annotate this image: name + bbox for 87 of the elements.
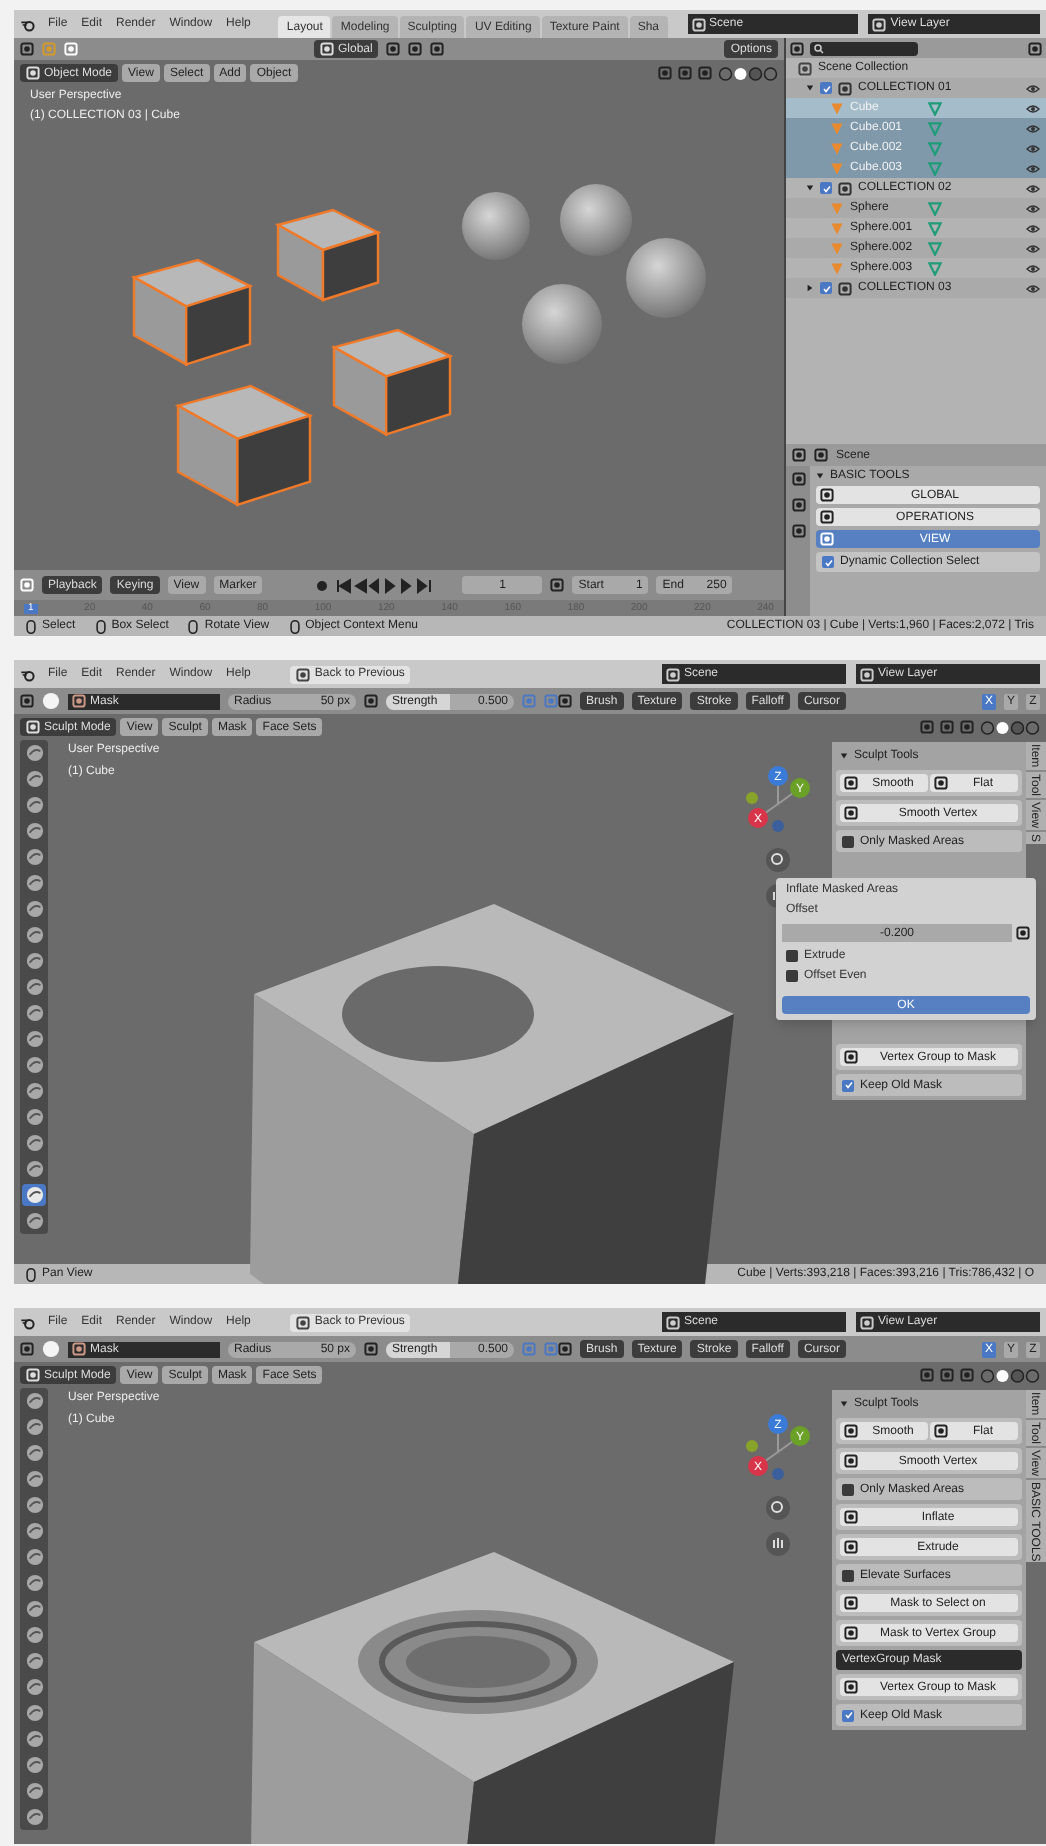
brush-tool[interactable]	[22, 1028, 46, 1050]
brush-tool[interactable]	[22, 1624, 46, 1646]
outliner-search-field[interactable]	[810, 41, 918, 55]
checkbox[interactable]	[820, 182, 832, 194]
brush-tool[interactable]	[22, 742, 46, 764]
sphere-drawing	[522, 284, 602, 364]
brush-tool[interactable]	[22, 950, 46, 972]
shading-modes-icon[interactable]	[980, 1367, 1040, 1383]
brush-tool[interactable]	[22, 1494, 46, 1516]
logo-icon[interactable]	[20, 1315, 36, 1329]
cube-drawing	[174, 384, 314, 507]
mouse-icon	[95, 619, 106, 633]
eye-icon[interactable]	[1026, 203, 1040, 213]
brush-tool[interactable]	[22, 768, 46, 790]
brush-tool[interactable]	[22, 1416, 46, 1438]
disclosure-triangle-icon[interactable]	[806, 84, 814, 92]
disclosure-triangle-icon[interactable]	[840, 1400, 848, 1408]
brush-tool[interactable]	[22, 1210, 46, 1232]
brush-tool[interactable]	[22, 1468, 46, 1490]
mouse-icon	[188, 619, 199, 633]
eye-icon[interactable]	[1026, 263, 1040, 273]
eye-icon[interactable]	[1026, 183, 1040, 193]
disclosure-triangle-icon[interactable]	[806, 284, 814, 292]
brush-tool[interactable]	[22, 1080, 46, 1102]
brush-tool[interactable]	[22, 1806, 46, 1828]
checkbox[interactable]	[842, 1569, 854, 1581]
cube-drawing	[274, 208, 382, 303]
brush-tool[interactable]	[22, 1158, 46, 1180]
checkbox[interactable]	[842, 835, 854, 847]
brush-tool[interactable]	[22, 976, 46, 998]
checkbox[interactable]	[822, 556, 834, 568]
brush-tool[interactable]	[22, 924, 46, 946]
mouse-icon	[26, 619, 36, 633]
disclosure-triangle-icon[interactable]	[816, 472, 824, 480]
eye-icon[interactable]	[1026, 243, 1040, 253]
cube-drawing	[330, 328, 454, 437]
eye-icon[interactable]	[1026, 123, 1040, 133]
eye-icon[interactable]	[1026, 143, 1040, 153]
sphere-drawing	[626, 238, 706, 318]
sphere-drawing	[462, 192, 530, 260]
brush-tool[interactable]	[22, 1002, 46, 1024]
logo-icon[interactable]	[20, 17, 36, 31]
brush-tool[interactable]	[22, 1054, 46, 1076]
brush-tool[interactable]	[22, 1702, 46, 1724]
brush-tool[interactable]	[22, 1572, 46, 1594]
brush-tool[interactable]	[22, 1676, 46, 1698]
brush-tool[interactable]	[22, 1546, 46, 1568]
checkbox[interactable]	[786, 950, 798, 962]
brush-preview-icon	[42, 1340, 60, 1358]
search-icon	[814, 43, 824, 53]
disclosure-triangle-icon[interactable]	[806, 184, 814, 192]
brush-tool[interactable]	[22, 1520, 46, 1542]
brush-tool[interactable]	[22, 1754, 46, 1776]
brush-tool[interactable]	[22, 1132, 46, 1154]
brush-tool[interactable]	[22, 1390, 46, 1412]
logo-icon[interactable]	[20, 667, 36, 681]
checkbox[interactable]	[842, 1483, 854, 1495]
brush-tool[interactable]	[22, 1598, 46, 1620]
checkbox[interactable]	[820, 282, 832, 294]
brush-tool[interactable]	[22, 846, 46, 868]
brush-tool[interactable]	[22, 898, 46, 920]
checkbox[interactable]	[820, 82, 832, 94]
brush-tool[interactable]	[22, 820, 46, 842]
checkbox[interactable]	[842, 1079, 854, 1091]
brush-tool[interactable]	[22, 872, 46, 894]
sphere-drawing	[560, 184, 632, 256]
eye-icon[interactable]	[1026, 223, 1040, 233]
cube-drawing	[130, 258, 254, 367]
brush-tool[interactable]	[22, 1650, 46, 1672]
mouse-icon	[289, 619, 300, 633]
eye-icon[interactable]	[1026, 283, 1040, 293]
brush-tool[interactable]	[22, 1728, 46, 1750]
eye-icon[interactable]	[1026, 163, 1040, 173]
checkbox[interactable]	[842, 1709, 854, 1721]
checkbox[interactable]	[786, 970, 798, 982]
mouse-icon	[26, 1267, 36, 1281]
eye-icon[interactable]	[1026, 83, 1040, 93]
brush-tool[interactable]	[22, 1106, 46, 1128]
eye-icon[interactable]	[1026, 103, 1040, 113]
brush-tool[interactable]	[22, 1780, 46, 1802]
brush-tool[interactable]	[22, 794, 46, 816]
brush-preview-icon	[42, 692, 60, 710]
brush-tool[interactable]	[22, 1184, 46, 1206]
shading-modes-icon[interactable]	[980, 719, 1040, 735]
shading-modes-icon[interactable]	[718, 65, 778, 81]
brush-tool[interactable]	[22, 1442, 46, 1464]
disclosure-triangle-icon[interactable]	[840, 752, 848, 760]
